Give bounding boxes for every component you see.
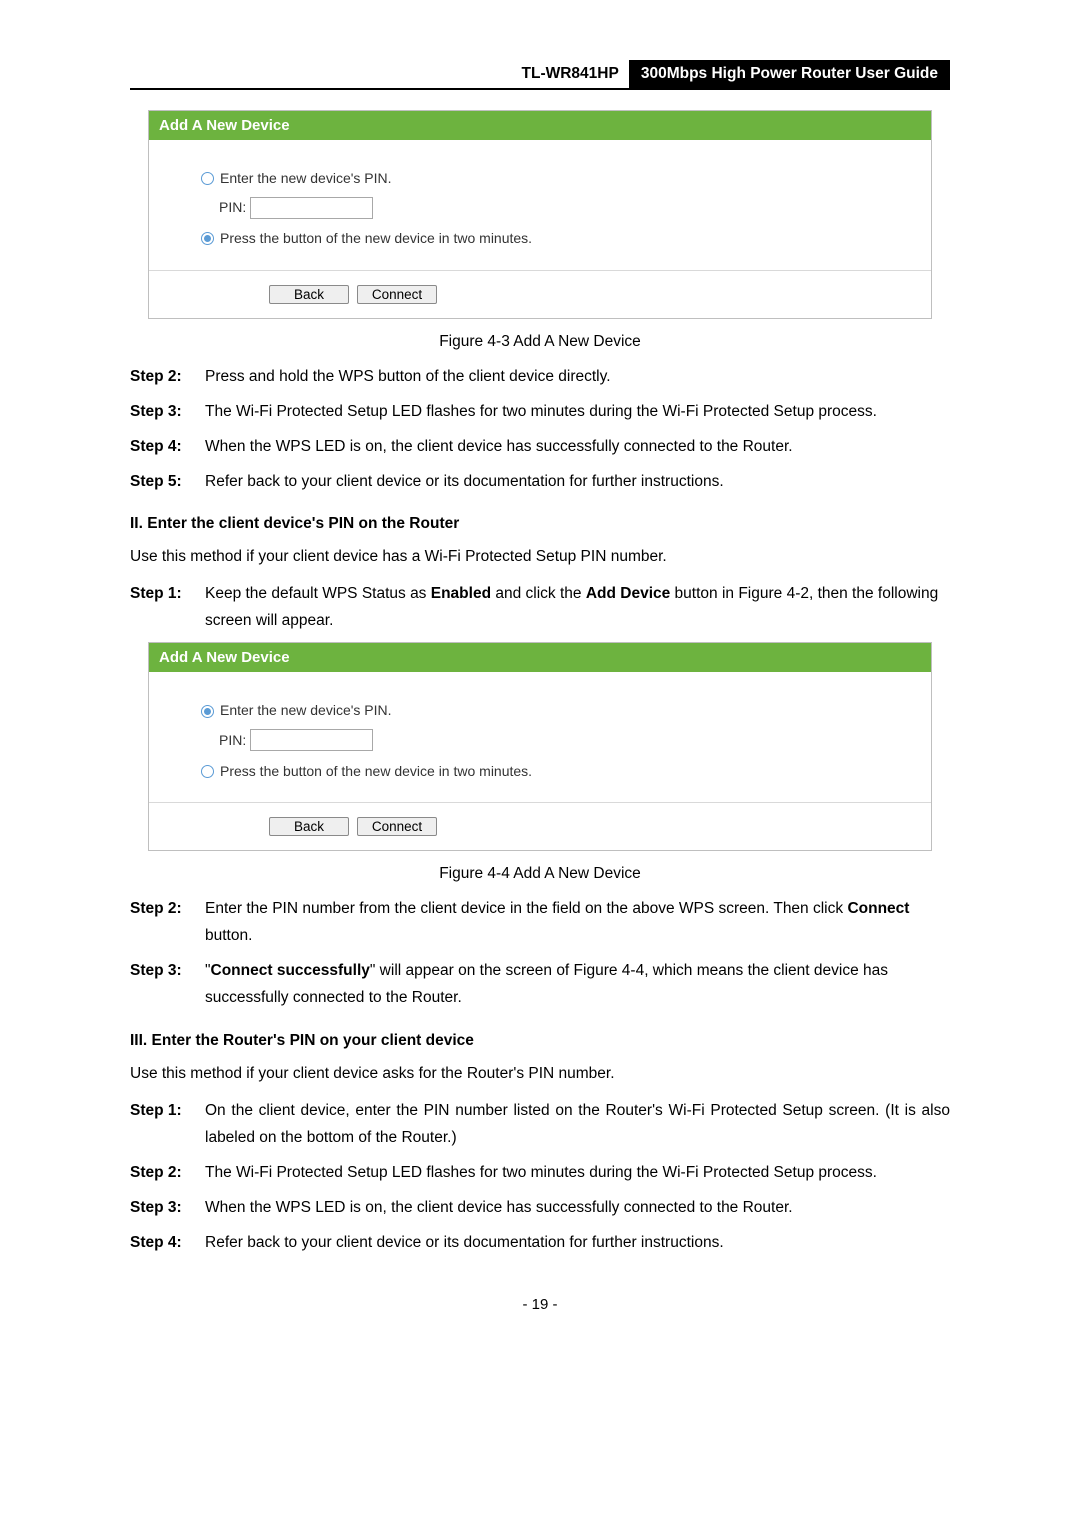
figure-4-3-box: Add A New Device Enter the new device's …: [148, 110, 932, 319]
section-3-intro: Use this method if your client device as…: [130, 1060, 950, 1087]
step: Step 5: Refer back to your client device…: [130, 468, 950, 495]
step-text: Keep the default WPS Status as Enabled a…: [205, 580, 950, 634]
step: Step 3: When the WPS LED is on, the clie…: [130, 1194, 950, 1221]
figure-4-4-caption: Figure 4-4 Add A New Device: [130, 865, 950, 883]
text: button.: [205, 927, 252, 944]
step-label: Step 1:: [130, 1097, 205, 1151]
bold-text: Connect: [847, 900, 909, 917]
steps-group-c: Step 1: On the client device, enter the …: [130, 1097, 950, 1257]
section-2-heading: II. Enter the client device's PIN on the…: [130, 515, 950, 533]
step-label: Step 3:: [130, 1194, 205, 1221]
steps-group-b: Step 2: Enter the PIN number from the cl…: [130, 895, 950, 1012]
pin-row: PIN:: [219, 195, 909, 220]
figure-4-3-buttons: Back Connect: [149, 271, 931, 318]
back-button[interactable]: Back: [269, 285, 349, 304]
step: Step 2: The Wi-Fi Protected Setup LED fl…: [130, 1159, 950, 1186]
paragraph: Use this method if your client device ha…: [130, 543, 950, 570]
step-label: Step 2:: [130, 363, 205, 390]
radio-checked-icon[interactable]: [201, 705, 214, 718]
step-label: Step 3:: [130, 398, 205, 425]
text: Enter the PIN number from the client dev…: [205, 900, 847, 917]
figure-4-4-buttons: Back Connect: [149, 803, 931, 850]
option-enter-pin[interactable]: Enter the new device's PIN.: [201, 698, 909, 723]
section-2-intro: Use this method if your client device ha…: [130, 543, 950, 570]
option-press-button[interactable]: Press the button of the new device in tw…: [201, 226, 909, 251]
pin-label: PIN:: [219, 195, 246, 220]
page-number: - 19 -: [130, 1296, 950, 1313]
step-text: The Wi-Fi Protected Setup LED flashes fo…: [205, 398, 950, 425]
step: Step 4: When the WPS LED is on, the clie…: [130, 433, 950, 460]
step-label: Step 4:: [130, 1229, 205, 1256]
header-title: 300Mbps High Power Router User Guide: [629, 60, 950, 88]
step-label: Step 1:: [130, 580, 205, 634]
step: Step 4: Refer back to your client device…: [130, 1229, 950, 1256]
figure-4-3-title: Add A New Device: [149, 111, 931, 142]
step-label: Step 2:: [130, 895, 205, 949]
option-enter-pin-label: Enter the new device's PIN.: [220, 166, 392, 191]
radio-unchecked-icon[interactable]: [201, 765, 214, 778]
step-text: Press and hold the WPS button of the cli…: [205, 363, 950, 390]
bold-text: Add Device: [586, 585, 670, 602]
connect-button[interactable]: Connect: [357, 285, 437, 304]
page: TL-WR841HP 300Mbps High Power Router Use…: [0, 0, 1080, 1527]
bold-text: Connect successfully: [211, 962, 370, 979]
step-text: Enter the PIN number from the client dev…: [205, 895, 950, 949]
connect-button[interactable]: Connect: [357, 817, 437, 836]
figure-4-3-caption: Figure 4-3 Add A New Device: [130, 333, 950, 351]
page-header: TL-WR841HP 300Mbps High Power Router Use…: [130, 60, 950, 90]
step: Step 3: The Wi-Fi Protected Setup LED fl…: [130, 398, 950, 425]
step: Step 3: "Connect successfully" will appe…: [130, 957, 950, 1011]
step-label: Step 2:: [130, 1159, 205, 1186]
step-text: Refer back to your client device or its …: [205, 1229, 950, 1256]
option-press-button[interactable]: Press the button of the new device in tw…: [201, 759, 909, 784]
back-button[interactable]: Back: [269, 817, 349, 836]
step: Step 1: Keep the default WPS Status as E…: [130, 580, 950, 634]
step: Step 2: Press and hold the WPS button of…: [130, 363, 950, 390]
pin-input[interactable]: [250, 197, 373, 219]
figure-4-4-box: Add A New Device Enter the new device's …: [148, 642, 932, 851]
paragraph: Use this method if your client device as…: [130, 1060, 950, 1087]
step: Step 1: On the client device, enter the …: [130, 1097, 950, 1151]
step-text: The Wi-Fi Protected Setup LED flashes fo…: [205, 1159, 950, 1186]
bold-text: Enabled: [431, 585, 491, 602]
section-3-heading: III. Enter the Router's PIN on your clie…: [130, 1032, 950, 1050]
pin-row: PIN:: [219, 728, 909, 753]
option-enter-pin[interactable]: Enter the new device's PIN.: [201, 166, 909, 191]
radio-unchecked-icon[interactable]: [201, 172, 214, 185]
header-model: TL-WR841HP: [512, 60, 629, 88]
figure-4-4-body: Enter the new device's PIN. PIN: Press t…: [149, 674, 931, 803]
step-text: "Connect successfully" will appear on th…: [205, 957, 950, 1011]
figure-4-3-body: Enter the new device's PIN. PIN: Press t…: [149, 142, 931, 271]
step: Step 2: Enter the PIN number from the cl…: [130, 895, 950, 949]
pin-label: PIN:: [219, 728, 246, 753]
option-press-button-label: Press the button of the new device in tw…: [220, 759, 532, 784]
step-label: Step 5:: [130, 468, 205, 495]
steps-group-a: Step 2: Press and hold the WPS button of…: [130, 363, 950, 496]
option-enter-pin-label: Enter the new device's PIN.: [220, 698, 392, 723]
step-text: When the WPS LED is on, the client devic…: [205, 1194, 950, 1221]
step-text: On the client device, enter the PIN numb…: [205, 1097, 950, 1151]
text: and click the: [491, 585, 586, 602]
step-label: Step 3:: [130, 957, 205, 1011]
option-press-button-label: Press the button of the new device in tw…: [220, 226, 532, 251]
radio-checked-icon[interactable]: [201, 232, 214, 245]
step-label: Step 4:: [130, 433, 205, 460]
text: Keep the default WPS Status as: [205, 585, 431, 602]
step-text: When the WPS LED is on, the client devic…: [205, 433, 950, 460]
step-text: Refer back to your client device or its …: [205, 468, 950, 495]
pin-input[interactable]: [250, 729, 373, 751]
figure-4-4-title: Add A New Device: [149, 643, 931, 674]
